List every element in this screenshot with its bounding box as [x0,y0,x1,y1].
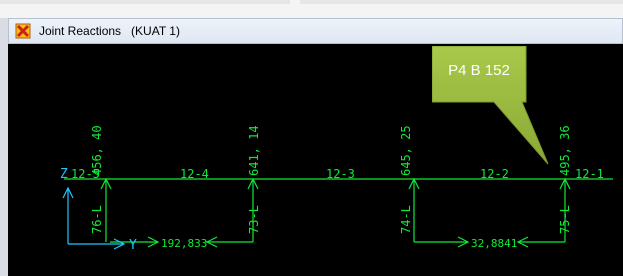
member-tag-3: 74-L [399,205,413,234]
window-title: Joint Reactions (KUAT 1) [39,24,180,38]
member-tag-1: 76-L [90,205,104,234]
member-tag-2: 73-L [247,205,261,234]
vertical-reaction-1: 456, 40 [90,125,104,176]
axis-z-label: Z [60,167,68,182]
horizontal-force-1: 192,833 [161,237,207,250]
background-strip [0,0,623,18]
vertical-reaction-4: 495, 36 [558,125,572,176]
member-label-12-4: 12-4 [180,167,209,181]
horizontal-force-2: 32,8841 [471,237,517,250]
window-titlebar[interactable]: Joint Reactions (KUAT 1) [8,18,623,44]
vertical-reaction-2: 641, 14 [247,125,261,176]
support-reaction-1: 456, 40 76-L [90,125,112,242]
strip-segment [300,0,623,4]
support-reaction-2: 641, 14 73-L [205,125,261,248]
callout-text: P4 B 152 [448,62,510,79]
strip-segment [0,0,290,4]
vertical-reaction-3: 645, 25 [399,125,413,176]
axis-y-label: Y [129,238,137,253]
member-tag-4: 75-L [558,205,572,234]
app-icon [15,23,31,39]
joint-reactions-window: Joint Reactions (KUAT 1) 12-5 12-4 12-3 … [0,0,623,276]
member-label-12-3: 12-3 [326,167,355,181]
member-label-12-1: 12-1 [575,167,604,181]
callout-annotation: P4 B 152 [431,45,552,165]
